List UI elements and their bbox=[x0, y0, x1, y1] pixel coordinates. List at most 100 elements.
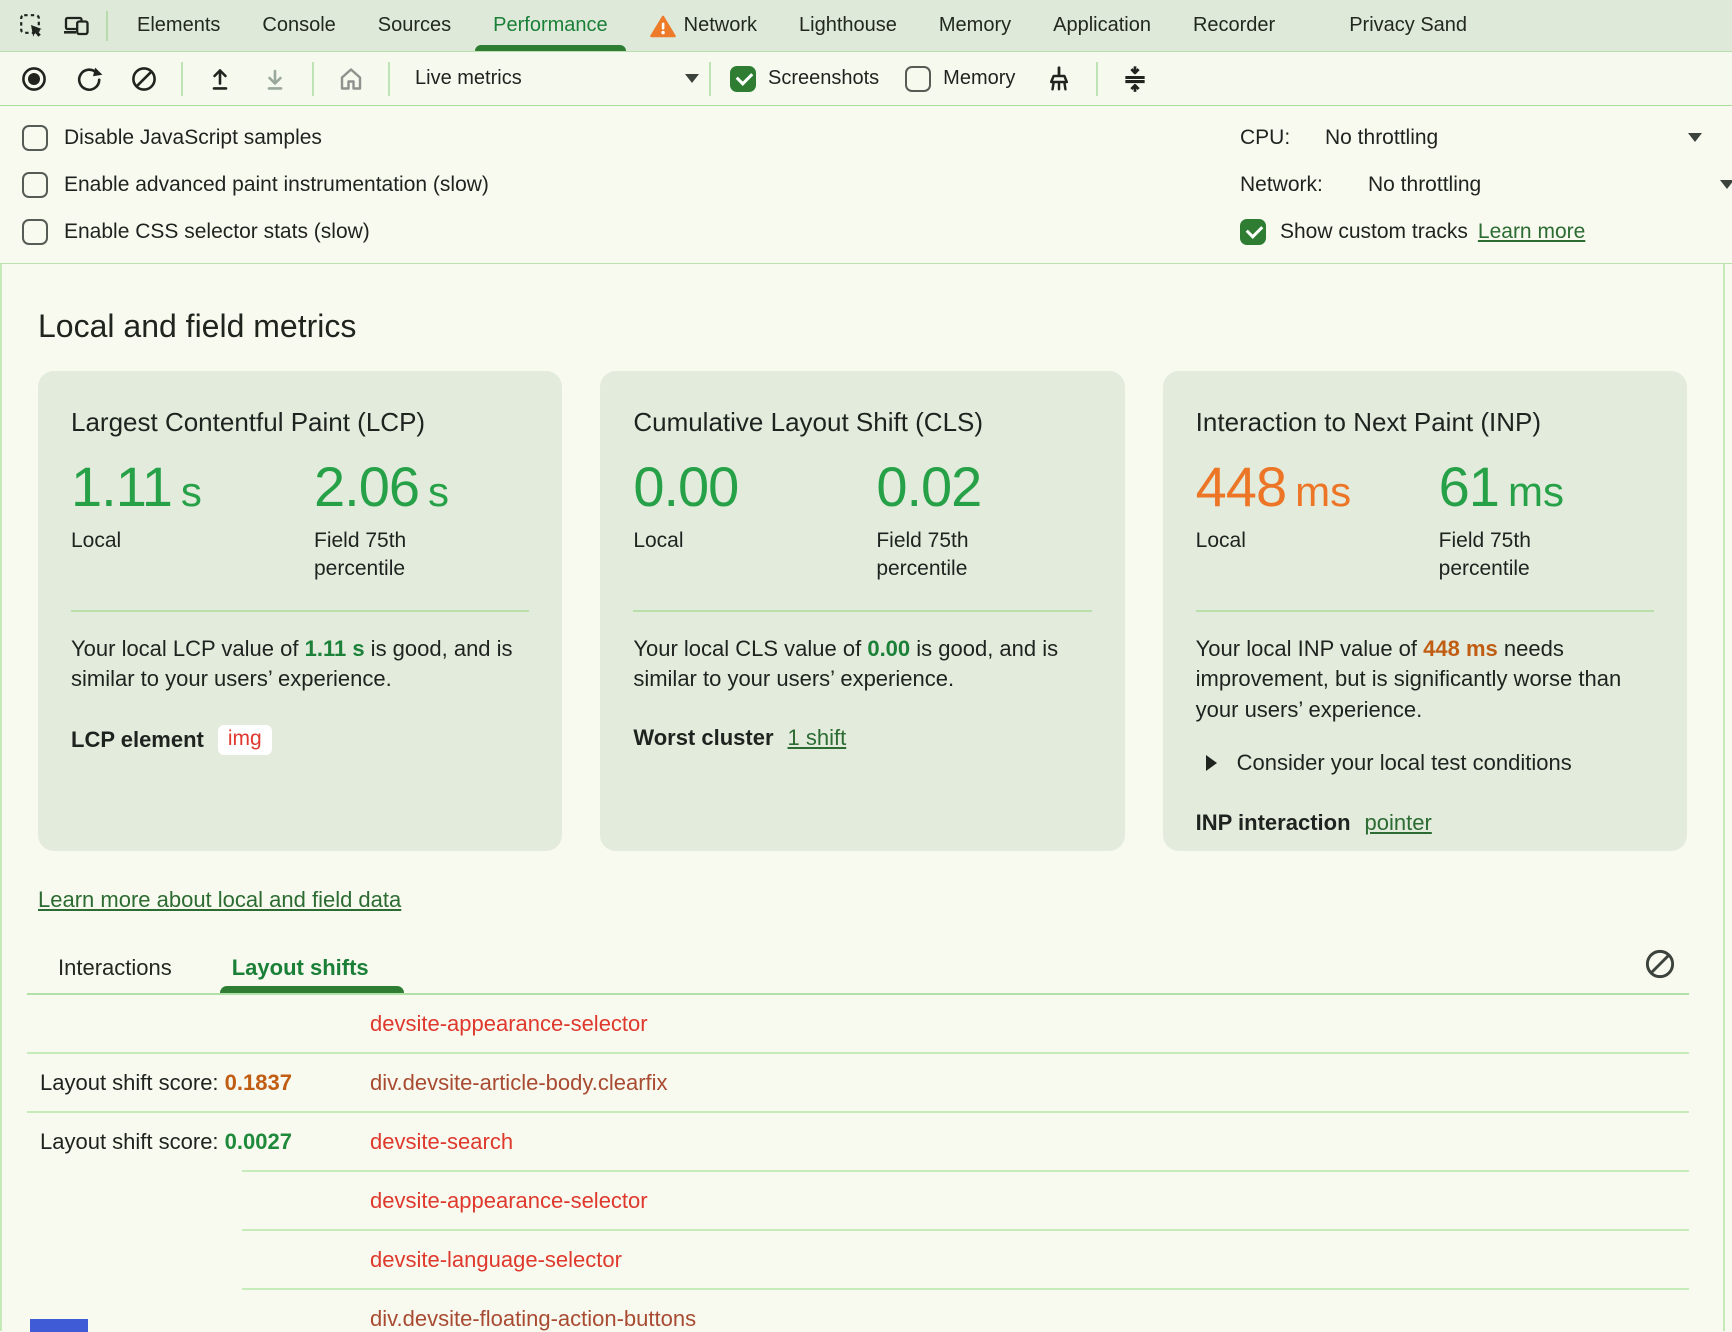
devtools-tab-bar: Elements Console Sources Performance Net… bbox=[0, 0, 1732, 52]
card-divider bbox=[71, 610, 529, 612]
field-label: Field 75th percentile bbox=[1439, 527, 1599, 584]
inp-interaction-link[interactable]: pointer bbox=[1365, 810, 1432, 836]
field-label: Field 75th percentile bbox=[314, 527, 474, 584]
checkbox-unchecked-icon bbox=[905, 66, 931, 92]
separator bbox=[106, 11, 108, 41]
checkbox-label: Enable CSS selector stats (slow) bbox=[64, 220, 370, 244]
clear-button[interactable] bbox=[126, 61, 162, 97]
active-tab-underline bbox=[475, 45, 626, 51]
inspect-icon[interactable] bbox=[10, 0, 54, 51]
home-button[interactable] bbox=[333, 61, 369, 97]
worst-cluster-label: Worst cluster bbox=[633, 725, 773, 751]
show-custom-tracks-checkbox[interactable] bbox=[1240, 219, 1266, 245]
tab-application[interactable]: Application bbox=[1032, 0, 1172, 51]
collapse-icon[interactable] bbox=[1117, 61, 1153, 97]
tab-label: Performance bbox=[493, 14, 608, 37]
metric-card-title: Interaction to Next Paint (INP) bbox=[1196, 407, 1654, 438]
tab-network[interactable]: Network bbox=[629, 0, 778, 51]
active-log-tab-underline bbox=[220, 986, 404, 993]
throttling-settings: CPU: No throttling Network: No throttlin… bbox=[1240, 114, 1732, 255]
network-throttling-select[interactable]: Network: No throttling bbox=[1240, 161, 1732, 208]
chevron-down-icon bbox=[1720, 180, 1732, 189]
local-label: Local bbox=[71, 527, 231, 555]
checkbox-unchecked-icon bbox=[22, 125, 48, 151]
tab-recorder[interactable]: Recorder bbox=[1172, 0, 1296, 51]
separator bbox=[388, 62, 390, 96]
reload-record-button[interactable] bbox=[71, 61, 107, 97]
shift-node-link[interactable]: devsite-search bbox=[370, 1129, 513, 1155]
metric-card-inp: Interaction to Next Paint (INP) 448ms Lo… bbox=[1163, 371, 1687, 851]
chevron-down-icon bbox=[685, 74, 699, 83]
disclosure-label: Consider your local test conditions bbox=[1237, 750, 1572, 776]
device-toolbar-icon[interactable] bbox=[54, 0, 98, 51]
score-label: Layout shift score: bbox=[40, 1129, 225, 1154]
tab-layout-shifts[interactable]: Layout shifts bbox=[232, 955, 369, 981]
tab-label: Recorder bbox=[1193, 14, 1275, 37]
capture-settings-pane: Disable JavaScript samples Enable advanc… bbox=[0, 106, 1732, 264]
field-value: 2.06s bbox=[314, 454, 529, 519]
lcp-element-label: LCP element bbox=[71, 727, 204, 753]
tab-performance[interactable]: Performance bbox=[472, 0, 629, 51]
inp-interaction-label: INP interaction bbox=[1196, 810, 1351, 836]
shift-node-link[interactable]: devsite-appearance-selector bbox=[370, 1011, 648, 1037]
checkbox-label: Disable JavaScript samples bbox=[64, 126, 322, 150]
shift-node-link[interactable]: devsite-appearance-selector bbox=[370, 1188, 648, 1214]
tab-lighthouse[interactable]: Lighthouse bbox=[778, 0, 918, 51]
learn-more-link[interactable]: Learn more bbox=[1478, 220, 1585, 244]
metric-description: Your local CLS value of 0.00 is good, an… bbox=[633, 634, 1091, 696]
layout-shift-row: devsite-language-selector bbox=[2, 1231, 1723, 1288]
separator bbox=[181, 62, 183, 96]
score-value: 0.1837 bbox=[225, 1070, 292, 1095]
save-profile-button[interactable] bbox=[257, 61, 293, 97]
tab-label: Memory bbox=[939, 14, 1011, 37]
local-value: 448ms bbox=[1196, 454, 1439, 519]
memory-label: Memory bbox=[943, 67, 1015, 90]
screenshot-thumbnail-fragment bbox=[30, 1319, 88, 1332]
metric-card-title: Cumulative Layout Shift (CLS) bbox=[633, 407, 1091, 438]
collect-garbage-icon[interactable] bbox=[1041, 61, 1077, 97]
tab-interactions[interactable]: Interactions bbox=[58, 955, 172, 981]
local-label: Local bbox=[1196, 527, 1356, 555]
local-test-conditions-disclosure[interactable]: Consider your local test conditions bbox=[1196, 750, 1654, 776]
learn-more-local-field-link[interactable]: Learn more about local and field data bbox=[38, 887, 401, 913]
tab-privacy-sandbox[interactable]: Privacy Sand bbox=[1328, 0, 1488, 51]
tab-elements[interactable]: Elements bbox=[116, 0, 241, 51]
shift-node-link[interactable]: devsite-language-selector bbox=[370, 1247, 622, 1273]
local-value: 1.11s bbox=[71, 454, 314, 519]
show-custom-tracks-row: Show custom tracks Learn more bbox=[1240, 208, 1732, 255]
log-section: Interactions Layout shifts devsite-appea… bbox=[2, 951, 1723, 1331]
cpu-value: No throttling bbox=[1325, 126, 1438, 150]
log-tabline bbox=[27, 993, 1689, 995]
tab-label: Elements bbox=[137, 14, 220, 37]
cpu-throttling-select[interactable]: CPU: No throttling bbox=[1240, 114, 1732, 161]
network-label: Network: bbox=[1240, 173, 1368, 197]
metric-card-cls: Cumulative Layout Shift (CLS) 0.00 Local… bbox=[600, 371, 1124, 851]
separator bbox=[709, 62, 711, 96]
layout-shift-row: div.devsite-floating-action-buttons bbox=[2, 1290, 1723, 1331]
tab-sources[interactable]: Sources bbox=[357, 0, 472, 51]
separator bbox=[1096, 62, 1098, 96]
card-divider bbox=[1196, 610, 1654, 612]
shift-node-link[interactable]: div.devsite-floating-action-buttons bbox=[370, 1306, 696, 1332]
layout-shift-row: devsite-appearance-selector bbox=[2, 1172, 1723, 1229]
shift-node-link[interactable]: div.devsite-article-body.clearfix bbox=[370, 1070, 668, 1096]
warning-icon bbox=[650, 14, 676, 38]
screenshots-checkbox[interactable]: Screenshots bbox=[730, 66, 879, 92]
load-profile-button[interactable] bbox=[202, 61, 238, 97]
lcp-element-node-link[interactable]: img bbox=[218, 725, 272, 755]
local-value: 0.00 bbox=[633, 454, 876, 519]
record-button[interactable] bbox=[16, 61, 52, 97]
memory-checkbox[interactable]: Memory bbox=[905, 66, 1015, 92]
card-divider bbox=[633, 610, 1091, 612]
metric-card-lcp: Largest Contentful Paint (LCP) 1.11s Loc… bbox=[38, 371, 562, 851]
field-label: Field 75th percentile bbox=[876, 527, 1036, 584]
tab-label: Sources bbox=[378, 14, 451, 37]
tab-console[interactable]: Console bbox=[241, 0, 356, 51]
panel-mode-select[interactable]: Live metrics bbox=[409, 67, 709, 90]
chevron-down-icon bbox=[1688, 133, 1702, 142]
performance-toolbar: Live metrics Screenshots Memory bbox=[0, 52, 1732, 106]
clear-log-icon[interactable] bbox=[1643, 947, 1677, 981]
tab-memory[interactable]: Memory bbox=[918, 0, 1032, 51]
worst-cluster-link[interactable]: 1 shift bbox=[788, 725, 847, 751]
checkbox-checked-icon bbox=[730, 66, 756, 92]
